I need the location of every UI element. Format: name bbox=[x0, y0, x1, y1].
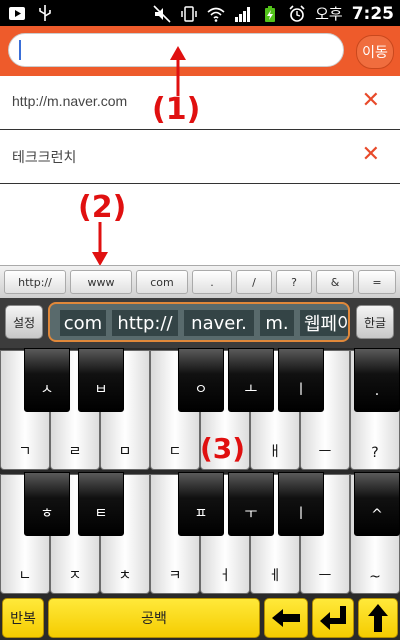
keyboard-key[interactable]: . bbox=[354, 348, 400, 412]
annotation-3: (3) bbox=[200, 432, 246, 465]
shortcut-key[interactable]: com bbox=[136, 270, 188, 294]
candidate-list: com http:// naver. m. 웹페이 bbox=[48, 302, 350, 342]
enter-icon bbox=[320, 606, 346, 630]
candidate-word[interactable]: com bbox=[60, 310, 106, 336]
repeat-button[interactable]: 반복 bbox=[2, 598, 44, 638]
candidate-word[interactable]: 웹페이 bbox=[300, 310, 348, 336]
candidate-bar: 설정 com http:// naver. m. 웹페이 한글 bbox=[0, 298, 400, 348]
shortcut-key[interactable]: & bbox=[316, 270, 354, 294]
keyboard-key[interactable]: ㅣ bbox=[278, 348, 324, 412]
shortcut-key[interactable]: / bbox=[236, 270, 272, 294]
keyboard-key[interactable]: ㅇ bbox=[178, 348, 224, 412]
keyboard-key[interactable]: ^ bbox=[354, 472, 400, 536]
settings-button[interactable]: 설정 bbox=[5, 305, 43, 339]
keyboard-key[interactable]: ㅎ bbox=[24, 472, 70, 536]
shift-key[interactable] bbox=[358, 598, 398, 638]
keyboard-key[interactable]: ㅅ bbox=[24, 348, 70, 412]
shortcut-key[interactable]: http:// bbox=[4, 270, 66, 294]
candidate-word[interactable]: http:// bbox=[112, 310, 178, 336]
keyboard-key[interactable]: ㅗ bbox=[228, 348, 274, 412]
shortcut-key[interactable]: ? bbox=[276, 270, 312, 294]
keyboard-key[interactable]: ㅣ bbox=[278, 472, 324, 536]
shortcut-row: http:// www com . / ? & = bbox=[0, 265, 400, 299]
keyboard-key[interactable]: ㅌ bbox=[78, 472, 124, 536]
language-toggle-button[interactable]: 한글 bbox=[356, 305, 394, 339]
enter-key[interactable] bbox=[312, 598, 354, 638]
candidate-word[interactable]: m. bbox=[260, 310, 294, 336]
annotation-1: (1) bbox=[152, 92, 201, 127]
keyboard-key[interactable]: ㅜ bbox=[228, 472, 274, 536]
shortcut-key[interactable]: www bbox=[70, 270, 132, 294]
annotation-2: (2) bbox=[78, 190, 127, 225]
candidate-word[interactable]: naver. bbox=[184, 310, 254, 336]
shortcut-key[interactable]: . bbox=[192, 270, 232, 294]
backspace-key[interactable] bbox=[264, 598, 308, 638]
arrow-left-icon bbox=[272, 609, 300, 627]
keyboard-key[interactable]: ㅂ bbox=[78, 348, 124, 412]
keyboard-key[interactable]: ㅍ bbox=[178, 472, 224, 536]
shortcut-key[interactable]: = bbox=[358, 270, 396, 294]
space-key[interactable]: 공백 bbox=[48, 598, 260, 638]
arrow-up-icon bbox=[368, 604, 388, 632]
keyboard-bottom-row: 반복 공백 bbox=[0, 596, 400, 640]
